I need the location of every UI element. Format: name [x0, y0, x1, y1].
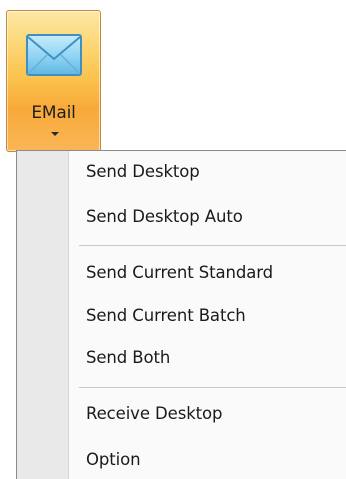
envelope-icon	[26, 34, 82, 76]
menu-item-option[interactable]: Option	[69, 441, 346, 479]
menu-icon-gutter	[17, 151, 69, 479]
menu-item-label: Send Current Standard	[86, 263, 273, 282]
menu-item-label: Send Both	[86, 348, 171, 367]
menu-item-send-desktop[interactable]: Send Desktop	[69, 153, 346, 191]
menu-item-label: Send Desktop	[86, 162, 200, 181]
menu-separator	[79, 387, 346, 388]
email-button[interactable]: EMail	[6, 10, 101, 152]
menu-item-label: Send Desktop Auto	[86, 207, 243, 226]
menu-item-label: Send Current Batch	[86, 306, 246, 325]
email-button-label: EMail	[31, 103, 76, 123]
email-dropdown-menu: Send Desktop Send Desktop Auto Send Curr…	[16, 150, 346, 479]
menu-item-label: Receive Desktop	[86, 404, 223, 423]
menu-item-send-desktop-auto[interactable]: Send Desktop Auto	[69, 198, 346, 236]
menu-item-send-current-batch[interactable]: Send Current Batch	[69, 297, 346, 335]
menu-item-send-current-standard[interactable]: Send Current Standard	[69, 254, 346, 292]
menu-item-receive-desktop[interactable]: Receive Desktop	[69, 395, 346, 433]
menu-item-label: Option	[86, 450, 141, 469]
menu-item-send-both[interactable]: Send Both	[69, 339, 346, 377]
chevron-down-icon[interactable]	[51, 132, 59, 136]
ui-stage: EMail Send Desktop Send Desktop Auto Sen…	[0, 0, 346, 479]
menu-separator	[79, 245, 346, 246]
